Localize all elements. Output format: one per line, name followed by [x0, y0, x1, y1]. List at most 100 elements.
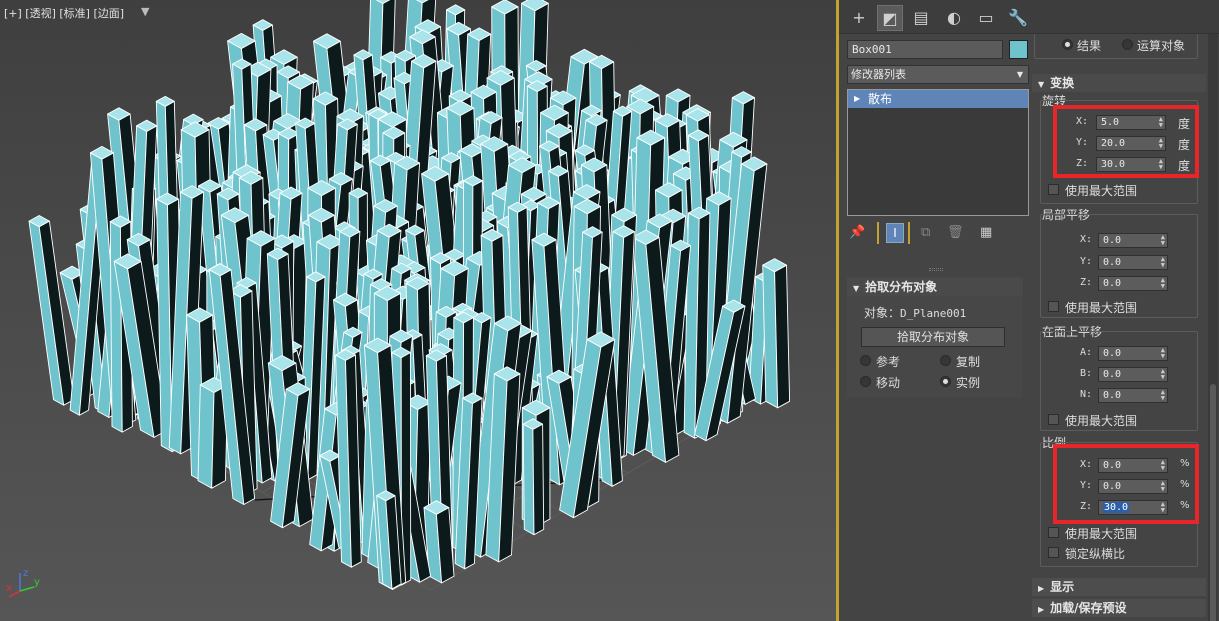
local-translate-y-label: Y:: [1080, 256, 1093, 267]
modifier-list-dropdown[interactable]: 修改器列表 ▼: [847, 65, 1029, 84]
transform-rollout-header[interactable]: ▼ 变换: [1032, 74, 1206, 92]
collapse-arrow-icon: ▼: [853, 284, 860, 293]
hierarchy-tab-icon[interactable]: ▤: [908, 5, 934, 31]
operand-radio[interactable]: [1122, 39, 1133, 50]
spinner-arrows-icon[interactable]: ▲ ▼: [1161, 277, 1165, 290]
perspective-viewport[interactable]: [+] [透视] [标准] [边面] ▼ z x y: [0, 0, 838, 621]
stack-toolbar-divider: [877, 222, 879, 244]
pick-distribution-rollout: ▼ 拾取分布对象 对象：D_Plane001 拾取分布对象 参考 复制 移动 实例: [847, 277, 1023, 397]
spinner-arrows-icon[interactable]: ▲ ▼: [1161, 389, 1165, 402]
local-translate-z-label: Z:: [1080, 277, 1093, 288]
spinner-arrows-icon[interactable]: ▲ ▼: [1161, 347, 1165, 360]
remove-modifier-icon[interactable]: 🗑: [947, 225, 964, 240]
chevron-down-icon: ▼: [1016, 70, 1023, 79]
utilities-tab-icon[interactable]: 🔧: [1005, 5, 1031, 31]
local-translate-x-label: X:: [1080, 234, 1093, 245]
face-translate-b-label: B:: [1080, 368, 1093, 379]
filter-icon[interactable]: ▼: [141, 5, 149, 18]
instance-radio[interactable]: [940, 376, 951, 387]
make-unique-icon[interactable]: ⧉: [921, 225, 930, 240]
local-use-max-range-label: 使用最大范围: [1065, 301, 1138, 315]
face-translate-a-spinner[interactable]: 0.0 ▲ ▼: [1098, 346, 1168, 361]
command-panel: + ◩ ▤ ◐ ▭ 🔧 Box001 修改器列表 ▼ ▶ 散布 📌 Ⅰ ⧉ 🗑 …: [839, 0, 1219, 621]
local-translate-z-value: 0.0: [1103, 278, 1122, 289]
local-translate-x-spinner[interactable]: 0.0 ▲ ▼: [1098, 233, 1168, 248]
face-use-max-range-label: 使用最大范围: [1065, 414, 1138, 428]
local-translate-z-spinner[interactable]: 0.0 ▲ ▼: [1098, 276, 1168, 291]
pick-distribution-title: 拾取分布对象: [865, 280, 938, 294]
expand-arrow-icon[interactable]: ▶: [854, 90, 860, 108]
spinner-arrows-icon[interactable]: ▲ ▼: [1161, 256, 1165, 269]
collapse-arrow-icon: ▼: [1038, 80, 1045, 89]
show-end-result-icon[interactable]: Ⅰ: [886, 223, 904, 243]
modifier-stack: ▶ 散布: [847, 89, 1029, 216]
face-use-max-range-checkbox[interactable]: [1048, 414, 1059, 425]
local-translate-y-spinner[interactable]: 0.0 ▲ ▼: [1098, 255, 1168, 270]
result-operand-group: 结果 运算对象: [1034, 34, 1198, 59]
pick-distribution-header[interactable]: ▼ 拾取分布对象: [847, 278, 1023, 296]
object-name-input[interactable]: Box001: [847, 40, 1003, 59]
distribution-object-value: D_Plane001: [900, 307, 967, 320]
spinner-arrows-icon[interactable]: ▲ ▼: [1161, 234, 1165, 247]
pin-stack-icon[interactable]: 📌: [849, 225, 865, 240]
stack-item-scatter[interactable]: ▶ 散布: [848, 90, 1028, 108]
lock-aspect-label: 锁定纵横比: [1065, 547, 1126, 561]
command-panel-scrollbar[interactable]: [1208, 34, 1218, 621]
local-use-max-range-checkbox[interactable]: [1048, 301, 1059, 312]
scrollbar-thumb[interactable]: [1210, 384, 1216, 621]
display-tab-icon[interactable]: ▭: [973, 5, 999, 31]
face-translate-a-label: A:: [1080, 347, 1093, 358]
local-translate-y-value: 0.0: [1103, 257, 1122, 268]
result-label: 结果: [1077, 39, 1102, 53]
copy-radio[interactable]: [940, 355, 951, 366]
configure-modifier-sets-icon[interactable]: ▦: [980, 225, 992, 240]
move-radio[interactable]: [860, 376, 871, 387]
axis-z-label: z: [23, 568, 28, 579]
motion-tab-icon[interactable]: ◐: [941, 5, 967, 31]
rotation-use-max-range-label: 使用最大范围: [1065, 184, 1138, 198]
command-panel-tabs: + ◩ ▤ ◐ ▭ 🔧: [839, 0, 1219, 34]
result-radio[interactable]: [1062, 39, 1073, 50]
load-save-rollout-header[interactable]: ▶ 加载/保存预设: [1032, 599, 1206, 617]
axis-y-label: y: [34, 577, 40, 588]
face-translate-b-value: 0.0: [1103, 369, 1122, 380]
face-translate-n-label: N:: [1080, 389, 1093, 400]
panel-splitter-handle[interactable]: [929, 268, 943, 271]
stack-toolbar-divider-2: [908, 222, 910, 244]
load-save-rollout-title: 加载/保存预设: [1050, 601, 1127, 615]
create-tab-icon[interactable]: +: [846, 5, 872, 31]
face-translate-n-value: 0.0: [1103, 390, 1122, 401]
scale-use-max-range-label: 使用最大范围: [1065, 527, 1138, 541]
face-translate-b-spinner[interactable]: 0.0 ▲ ▼: [1098, 367, 1168, 382]
display-rollout-header[interactable]: ▶ 显示: [1032, 578, 1206, 596]
rotation-use-max-range-checkbox[interactable]: [1048, 184, 1059, 195]
instance-label: 实例: [956, 376, 981, 390]
axis-x-label: x: [6, 583, 12, 594]
face-translate-n-spinner[interactable]: 0.0 ▲ ▼: [1098, 388, 1168, 403]
reference-radio[interactable]: [860, 355, 871, 366]
object-color-swatch[interactable]: [1009, 40, 1028, 59]
reference-label: 参考: [876, 355, 901, 369]
lock-aspect-checkbox[interactable]: [1048, 547, 1059, 558]
modifier-list-label: 修改器列表: [851, 68, 906, 81]
viewport-scene: [28, 0, 791, 591]
display-rollout-title: 显示: [1050, 580, 1075, 594]
operand-label: 运算对象: [1137, 39, 1186, 53]
transform-title: 变换: [1050, 76, 1075, 90]
stack-item-label: 散布: [868, 92, 893, 106]
scale-highlight-box: [1053, 444, 1199, 524]
pick-distribution-object-button[interactable]: 拾取分布对象: [861, 327, 1005, 347]
scattered-boxes[interactable]: [28, 0, 791, 590]
axis-gizmo: z x y: [6, 568, 40, 598]
distribution-object-label: 对象：D_Plane001: [864, 306, 967, 320]
scale-use-max-range-checkbox[interactable]: [1048, 527, 1059, 538]
spinner-arrows-icon[interactable]: ▲ ▼: [1161, 368, 1165, 381]
move-label: 移动: [876, 376, 901, 390]
viewport-label[interactable]: [+] [透视] [标准] [边面]: [4, 5, 124, 21]
face-translate-a-value: 0.0: [1103, 348, 1122, 359]
modify-tab-icon[interactable]: ◩: [877, 5, 903, 31]
rotation-highlight-box: [1053, 105, 1199, 178]
expand-arrow-icon: ▶: [1038, 605, 1045, 614]
local-translate-x-value: 0.0: [1103, 235, 1122, 246]
copy-label: 复制: [956, 355, 981, 369]
